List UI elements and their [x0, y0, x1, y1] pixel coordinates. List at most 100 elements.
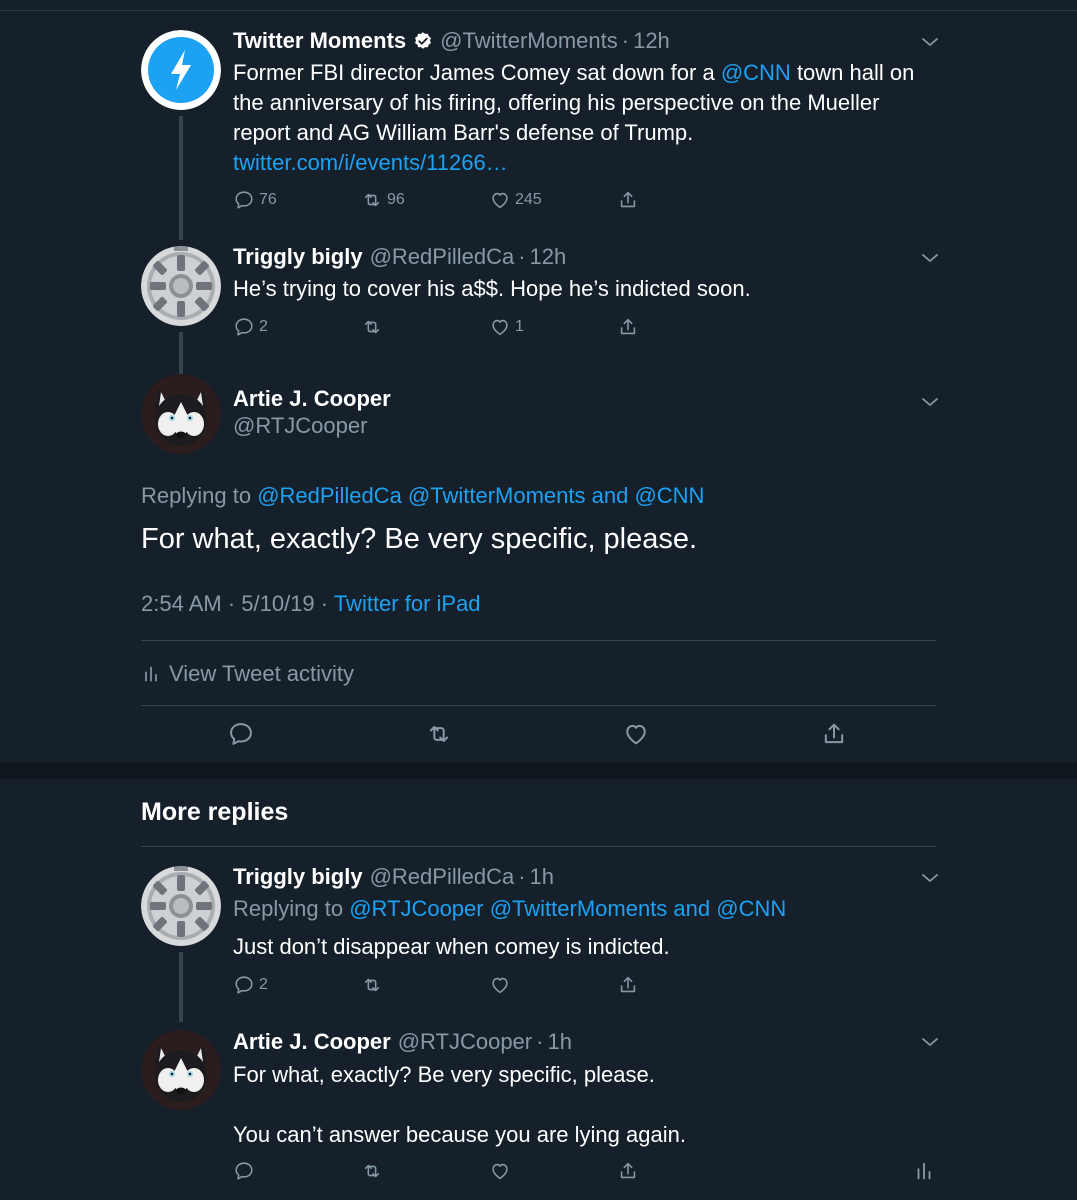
avatar-twitter-moments[interactable]: [141, 30, 221, 110]
share-button[interactable]: [617, 974, 639, 996]
dot-separator: ·: [621, 28, 630, 53]
author-handle[interactable]: @RedPilledCa: [370, 244, 515, 270]
tweet-text: He’s trying to cover his a$$. Hope he’s …: [233, 276, 751, 301]
like-icon: [489, 189, 511, 211]
retweet-button[interactable]: [361, 1160, 383, 1182]
replying-to: Replying to @RTJCooper @TwitterMoments a…: [233, 896, 787, 921]
author-handle[interactable]: @RTJCooper: [233, 413, 367, 439]
share-icon: [617, 1160, 639, 1182]
reply-icon: [233, 1160, 255, 1182]
reply-button[interactable]: [233, 1160, 255, 1182]
like-button[interactable]: 245: [489, 189, 542, 211]
tweet-activity-button[interactable]: [913, 1160, 935, 1182]
hubcap-avatar-image: [141, 246, 221, 326]
like-icon: [489, 1160, 511, 1182]
author-name[interactable]: Artie J. Cooper: [233, 1029, 391, 1055]
divider: [141, 705, 936, 706]
share-icon: [617, 316, 639, 338]
view-tweet-activity[interactable]: View Tweet activity: [141, 661, 354, 687]
share-button[interactable]: [617, 316, 639, 338]
like-icon: [489, 316, 511, 338]
retweet-icon: [361, 316, 383, 338]
tweet-text-line-2: You can’t answer because you are lying a…: [233, 1122, 686, 1147]
focused-tweet-text: For what, exactly? Be very specific, ple…: [141, 523, 698, 555]
tweet-time[interactable]: 12h: [633, 28, 670, 54]
top-divider: [0, 10, 1077, 11]
share-icon: [617, 189, 639, 211]
chevron-down-icon[interactable]: [921, 1036, 939, 1048]
like-button[interactable]: 1: [489, 316, 524, 338]
tweet-time[interactable]: 12h: [530, 244, 567, 270]
hubcap-avatar-image: [141, 866, 221, 946]
reply-icon: [233, 316, 255, 338]
dot-separator: ·: [518, 244, 526, 269]
reply-button[interactable]: 2: [233, 974, 268, 996]
activity-icon: [913, 1160, 935, 1182]
mention-link[interactable]: @CNN: [721, 60, 791, 85]
replying-to: Replying to @RedPilledCa @TwitterMoments…: [141, 483, 705, 508]
retweet-button[interactable]: [361, 316, 383, 338]
retweet-icon: [361, 189, 383, 211]
like-icon: [489, 974, 511, 996]
husky-avatar-image: [141, 374, 221, 454]
more-replies-heading: More replies: [141, 798, 289, 826]
replying-to-links[interactable]: @RTJCooper @TwitterMoments and @CNN: [349, 896, 786, 921]
author-name[interactable]: Artie J. Cooper: [233, 386, 391, 412]
tweet-time[interactable]: 1h: [547, 1029, 571, 1055]
like-button[interactable]: [489, 974, 511, 996]
author-handle[interactable]: @TwitterMoments: [440, 28, 618, 54]
share-button[interactable]: [617, 189, 639, 211]
retweet-icon: [361, 974, 383, 996]
author-handle[interactable]: @RTJCooper: [398, 1029, 532, 1055]
author-name[interactable]: Triggly bigly: [233, 244, 363, 270]
chevron-down-icon[interactable]: [921, 872, 939, 884]
chevron-down-icon[interactable]: [921, 36, 939, 48]
tweet-text: Just don’t disappear when comey is indic…: [233, 934, 670, 959]
retweet-icon: [361, 1160, 383, 1182]
dot-separator: ·: [518, 864, 526, 889]
tweet-header: Artie J. Cooper @RTJCooper · 1h: [233, 1029, 572, 1055]
section-separator: [0, 762, 1077, 779]
retweet-icon[interactable]: [425, 720, 453, 748]
dot-separator: ·: [536, 1029, 544, 1054]
reply-button[interactable]: 76: [233, 189, 277, 211]
reply-icon[interactable]: [227, 720, 255, 748]
thread-line: [179, 952, 183, 1022]
reply-icon: [233, 189, 255, 211]
avatar-redpilledca[interactable]: [141, 246, 221, 326]
divider: [141, 640, 936, 641]
avatar-rtjcooper[interactable]: [141, 374, 221, 454]
activity-icon: [141, 664, 161, 684]
chevron-down-icon[interactable]: [921, 396, 939, 408]
lightning-icon: [141, 30, 221, 110]
replying-to-links[interactable]: @RedPilledCa @TwitterMoments and @CNN: [257, 483, 704, 508]
share-button[interactable]: [617, 1160, 639, 1182]
author-handle[interactable]: @RedPilledCa: [370, 864, 515, 890]
thread-line: [179, 332, 183, 374]
chevron-down-icon[interactable]: [921, 252, 939, 264]
reply-button[interactable]: 2: [233, 316, 268, 338]
author-name[interactable]: Triggly bigly: [233, 864, 363, 890]
reply-icon: [233, 974, 255, 996]
event-link[interactable]: twitter.com/i/events/11266…: [233, 150, 508, 175]
like-button[interactable]: [489, 1160, 511, 1182]
share-icon: [617, 974, 639, 996]
divider: [141, 846, 936, 847]
client-link[interactable]: Twitter for iPad: [334, 591, 481, 616]
tweet-header: Triggly bigly @RedPilledCa · 12h: [233, 244, 566, 270]
author-name[interactable]: Twitter Moments: [233, 28, 406, 54]
verified-badge-icon: [415, 32, 432, 49]
share-icon[interactable]: [820, 720, 848, 748]
tweet-header: Twitter Moments @TwitterMoments · 12h: [233, 28, 670, 54]
avatar-redpilledca[interactable]: [141, 866, 221, 946]
tweet-text-line-1: For what, exactly? Be very specific, ple…: [233, 1062, 655, 1087]
tweet-timestamp: 2:54 AM · 5/10/19 · Twitter for iPad: [141, 591, 481, 616]
retweet-button[interactable]: 96: [361, 189, 405, 211]
husky-avatar-image: [141, 1030, 221, 1110]
retweet-button[interactable]: [361, 974, 383, 996]
thread-line: [179, 116, 183, 240]
like-icon[interactable]: [622, 720, 650, 748]
avatar-rtjcooper[interactable]: [141, 1030, 221, 1110]
tweet-header: Triggly bigly @RedPilledCa · 1h: [233, 864, 554, 890]
tweet-time[interactable]: 1h: [530, 864, 554, 890]
